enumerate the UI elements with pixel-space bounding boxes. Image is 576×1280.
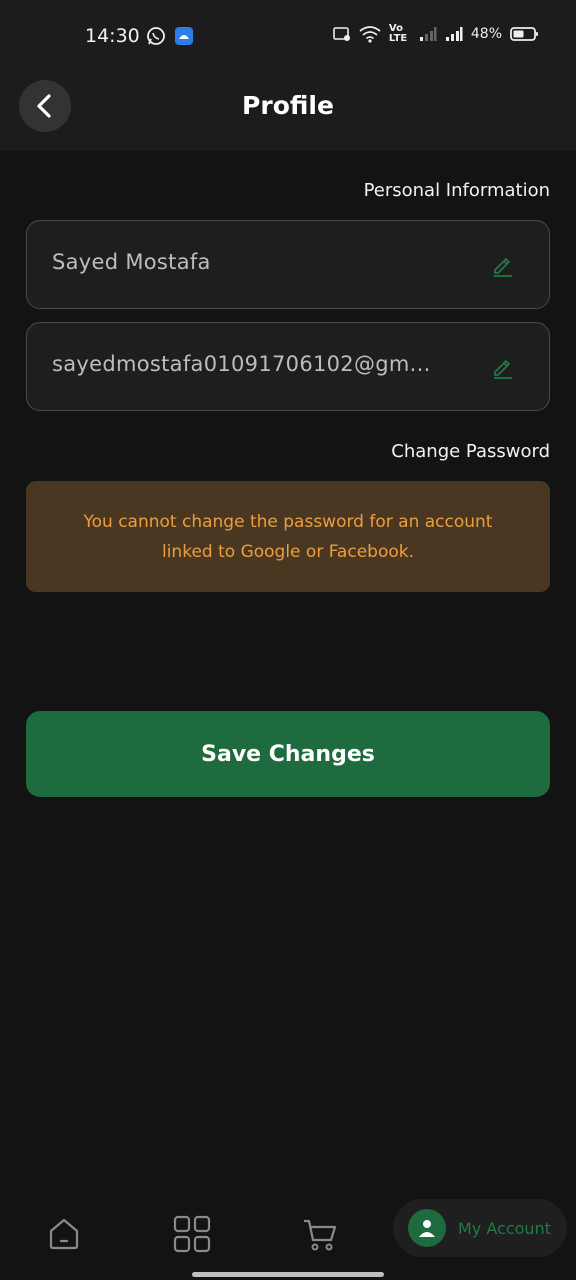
password-warning-notice: You cannot change the password for an ac… [26,481,550,592]
personal-information-label: Personal Information [363,180,550,201]
grid-icon [173,1215,211,1253]
email-value: sayedmostafa01091706102@gm... [52,352,431,376]
nav-cart[interactable] [300,1214,340,1254]
save-changes-button[interactable]: Save Changes [26,711,550,797]
signal-strong-icon [445,27,463,41]
password-warning-text: You cannot change the password for an ac… [83,511,493,562]
battery-icon [510,27,538,41]
change-password-label: Change Password [391,441,550,462]
status-bar: 14:30 Vo LTE 48% [0,0,576,72]
network-label: Vo LTE [388,23,408,44]
home-indicator[interactable] [192,1272,384,1277]
whatsapp-icon [147,27,165,45]
nav-my-account[interactable]: My Account [393,1199,567,1257]
name-value: Sayed Mostafa [52,250,211,274]
bottom-nav: My Account [0,1190,576,1280]
nav-categories[interactable] [172,1214,212,1254]
status-time: 14:30 [85,25,140,47]
cast-icon [333,27,350,41]
wifi-icon [359,26,381,43]
home-icon [49,1218,79,1250]
signal-weak-icon [419,27,437,41]
app-bar: Profile [0,72,576,151]
pencil-icon[interactable] [491,253,515,277]
page-title: Profile [242,91,334,120]
email-field[interactable]: sayedmostafa01091706102@gm... [26,322,550,411]
status-right: Vo LTE 48% [333,24,540,44]
cart-icon [304,1219,337,1251]
person-icon [419,1220,435,1237]
battery-percent: 48% [470,26,502,42]
status-app-icons [146,26,194,46]
pencil-icon[interactable] [491,355,515,379]
android-app-icon [175,27,193,45]
name-field[interactable]: Sayed Mostafa [26,220,550,309]
nav-home[interactable] [44,1214,84,1254]
my-account-label: My Account [458,1218,551,1238]
account-avatar [408,1209,446,1247]
